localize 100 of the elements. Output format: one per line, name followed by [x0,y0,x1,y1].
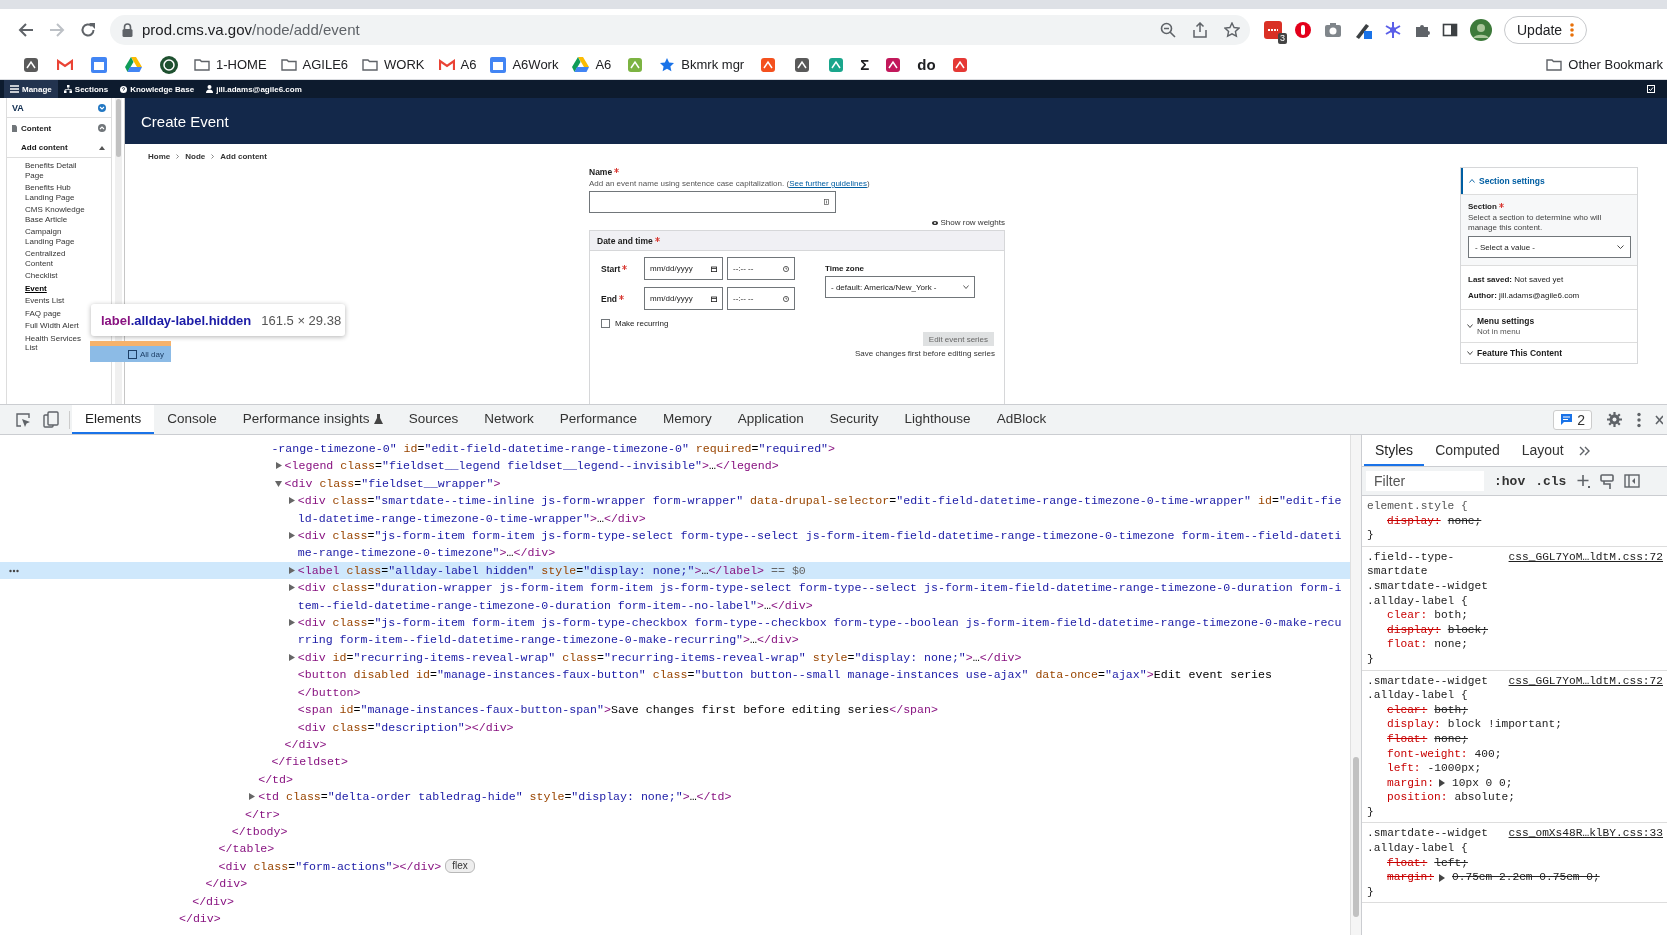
dom-tree-row[interactable]: </div> [0,875,1350,893]
snowflake-icon[interactable] [1384,20,1402,39]
camera-icon[interactable] [1324,21,1342,38]
name-input[interactable] [589,191,836,213]
sidebar-link[interactable]: Events List [25,296,65,306]
styles-tab[interactable]: Computed [1424,435,1511,466]
devtools-tab[interactable]: Console [154,405,230,434]
dom-tree-row[interactable]: </fieldset> [0,753,1350,771]
kebab-icon[interactable] [1637,411,1641,428]
dom-tree-row[interactable]: <button disabled id="manage-instances-faux-button" class="button button--small manage-instances use-ajax" data-once="ajax">Edit event series [0,666,1350,684]
sidebar-section[interactable]: Content [21,123,94,133]
sidebar-link[interactable]: CMS Knowledge Base Article [25,205,89,224]
share-icon[interactable] [1193,21,1207,38]
guidelines-link[interactable]: See further guidelines [789,179,867,188]
dom-tree-row[interactable]: <div class="fieldset__wrapper"> [0,474,1350,493]
inspect-icon[interactable] [15,411,31,428]
source-link[interactable]: css_GGL7YoM…ldtM.css:72 [1508,673,1663,689]
date-field[interactable]: mm/dd/yyyy [644,287,723,310]
circle-logo-icon[interactable] [160,55,178,74]
triangle-right-icon[interactable] [288,584,295,592]
styles-tab[interactable]: Layout [1510,435,1575,466]
devtools-tab[interactable]: Network [471,405,547,434]
source-link[interactable]: css_GGL7YoM…ldtM.css:72 [1508,549,1663,565]
dom-tree-row[interactable]: -range-timezone-0" id="edit-field-datetime-range-timezone-0" required="required"> [0,440,1350,458]
reload-icon[interactable] [80,21,96,38]
sidebar-link[interactable]: Campaign Landing Page [25,227,89,246]
shield-icon[interactable] [1294,20,1312,39]
app-icon[interactable] [828,56,845,73]
sidebar-link[interactable]: Event [25,283,47,293]
bookmark[interactable]: do [913,56,940,73]
toolbar-item[interactable]: Manage [4,80,58,98]
date-field[interactable]: mm/dd/yyyy [644,257,723,280]
dom-tree-row[interactable]: <div class="form-actions"></div> flex [0,857,1350,876]
toolbar-item[interactable]: jill.adams@agile6.com [200,80,308,98]
dom-tree-row[interactable]: </td> [0,770,1350,789]
bookmark[interactable]: Σ [856,56,874,73]
sidebar-link[interactable]: Full Width Alert [25,321,79,331]
mail-icon[interactable] [57,58,73,71]
update-button[interactable]: Update [1504,15,1588,44]
settings-icon[interactable] [1606,411,1623,428]
sidebar-link[interactable]: FAQ page [25,308,62,318]
app-icon[interactable] [885,56,902,73]
app-icon[interactable] [760,56,777,73]
chevron-circle-icon[interactable] [98,103,106,112]
dom-tree-row[interactable]: <td class="delta-order tabledrag-hide" style="display: none;">…</td> [0,788,1350,806]
triangle-right-icon[interactable] [275,462,282,470]
dom-tree-row[interactable]: <legend class="fieldset__legend fieldset__legend--invisible">…</legend> [0,457,1350,475]
breadcrumb-link[interactable]: Node [185,151,206,161]
dom-tree-row[interactable]: <label class="allday-label hidden" style="display: none;">…</label> == $0 [0,561,1350,580]
app-icon[interactable] [951,56,968,73]
bookmark[interactable]: A6 [434,57,481,72]
triangle-right-icon[interactable] [288,619,295,627]
url-text[interactable]: prod.cms.va.gov/node/add/event [142,21,360,38]
toolbar-item[interactable]: Sections [57,80,115,98]
dom-tree-row[interactable]: </tbody> [0,822,1350,841]
triangle-right-icon[interactable] [249,793,256,801]
chevron-circle-icon[interactable] [98,124,106,132]
accordion-header[interactable]: Menu settings Not in menu [1461,310,1637,343]
dom-tree-row[interactable]: </button> [0,683,1350,702]
issues-button[interactable]: 2 [1553,409,1592,430]
chevron-double-right-icon[interactable] [1578,445,1591,456]
close-icon[interactable] [1655,413,1663,426]
source-link[interactable]: css_omXs48R…klBY.css:33 [1508,826,1663,842]
dom-tree-row[interactable]: </tr> [0,805,1350,823]
address-bar[interactable]: prod.cms.va.gov/node/add/event [110,14,1250,45]
sidebar-link[interactable]: Health Services List [25,333,89,353]
dom-tree-row[interactable]: <div class="js-form-item form-item js-form-type-select form-type--select js-form-item-field-datetime-range-timezone-0-timezone form-item--field-datetime-range-timezone-0-timezone">…</div> [0,527,1350,562]
devtools-tab[interactable]: Sources [395,405,472,434]
plus-icon[interactable] [1576,474,1591,488]
bookmark[interactable]: Bkmrk mgr [655,56,749,73]
dom-tree-row[interactable]: <div id="recurring-items-reveal-wrap" class="recurring-items-reveal-wrap" style="display: none;">…</div> [0,648,1350,667]
section-select[interactable]: - Select a value - [1468,236,1631,258]
dom-tree-row[interactable]: <span id="manage-instances-faux-button-span">Save changes first before editing series</span> [0,701,1350,719]
checkbox[interactable] [601,319,610,328]
flex-badge[interactable]: flex [445,858,475,873]
devtools-tab[interactable]: Performance [546,405,650,434]
devtools-tab[interactable]: AdBlock [983,405,1060,434]
drive-icon[interactable] [125,57,142,72]
app-icon[interactable] [23,56,39,73]
sidebar-subsection[interactable]: Add content [21,143,68,152]
time-field[interactable]: --:-- -- [727,287,795,310]
bookmark[interactable]: WORK [358,57,429,72]
show-row-weights-link[interactable]: Show row weights [931,218,1005,227]
bookmark[interactable]: A6Work [486,56,563,73]
zoom-out-icon[interactable] [1160,21,1176,38]
devtools-tab[interactable]: Elements [72,405,155,434]
timezone-select[interactable]: - default: America/New_York - [825,276,975,298]
triangle-right-icon[interactable] [288,532,295,540]
bookmark-folder[interactable]: Other Bookmark [1542,57,1667,72]
expand-triangle-icon[interactable] [1439,873,1445,882]
time-field[interactable]: --:-- -- [727,257,795,280]
triangle-right-icon[interactable] [288,653,295,661]
hov-button[interactable]: :hov [1494,473,1526,489]
toggle-sidebar-icon[interactable] [1624,474,1641,488]
extension-icon[interactable] [1264,20,1282,39]
dom-tree-row[interactable]: </div> [0,909,1350,928]
sidebar-link[interactable]: Benefits Detail Page [25,161,89,180]
devtools-tab[interactable]: Security [816,405,892,434]
filter-field[interactable]: Filter [1366,471,1484,491]
device-icon[interactable] [43,411,59,428]
